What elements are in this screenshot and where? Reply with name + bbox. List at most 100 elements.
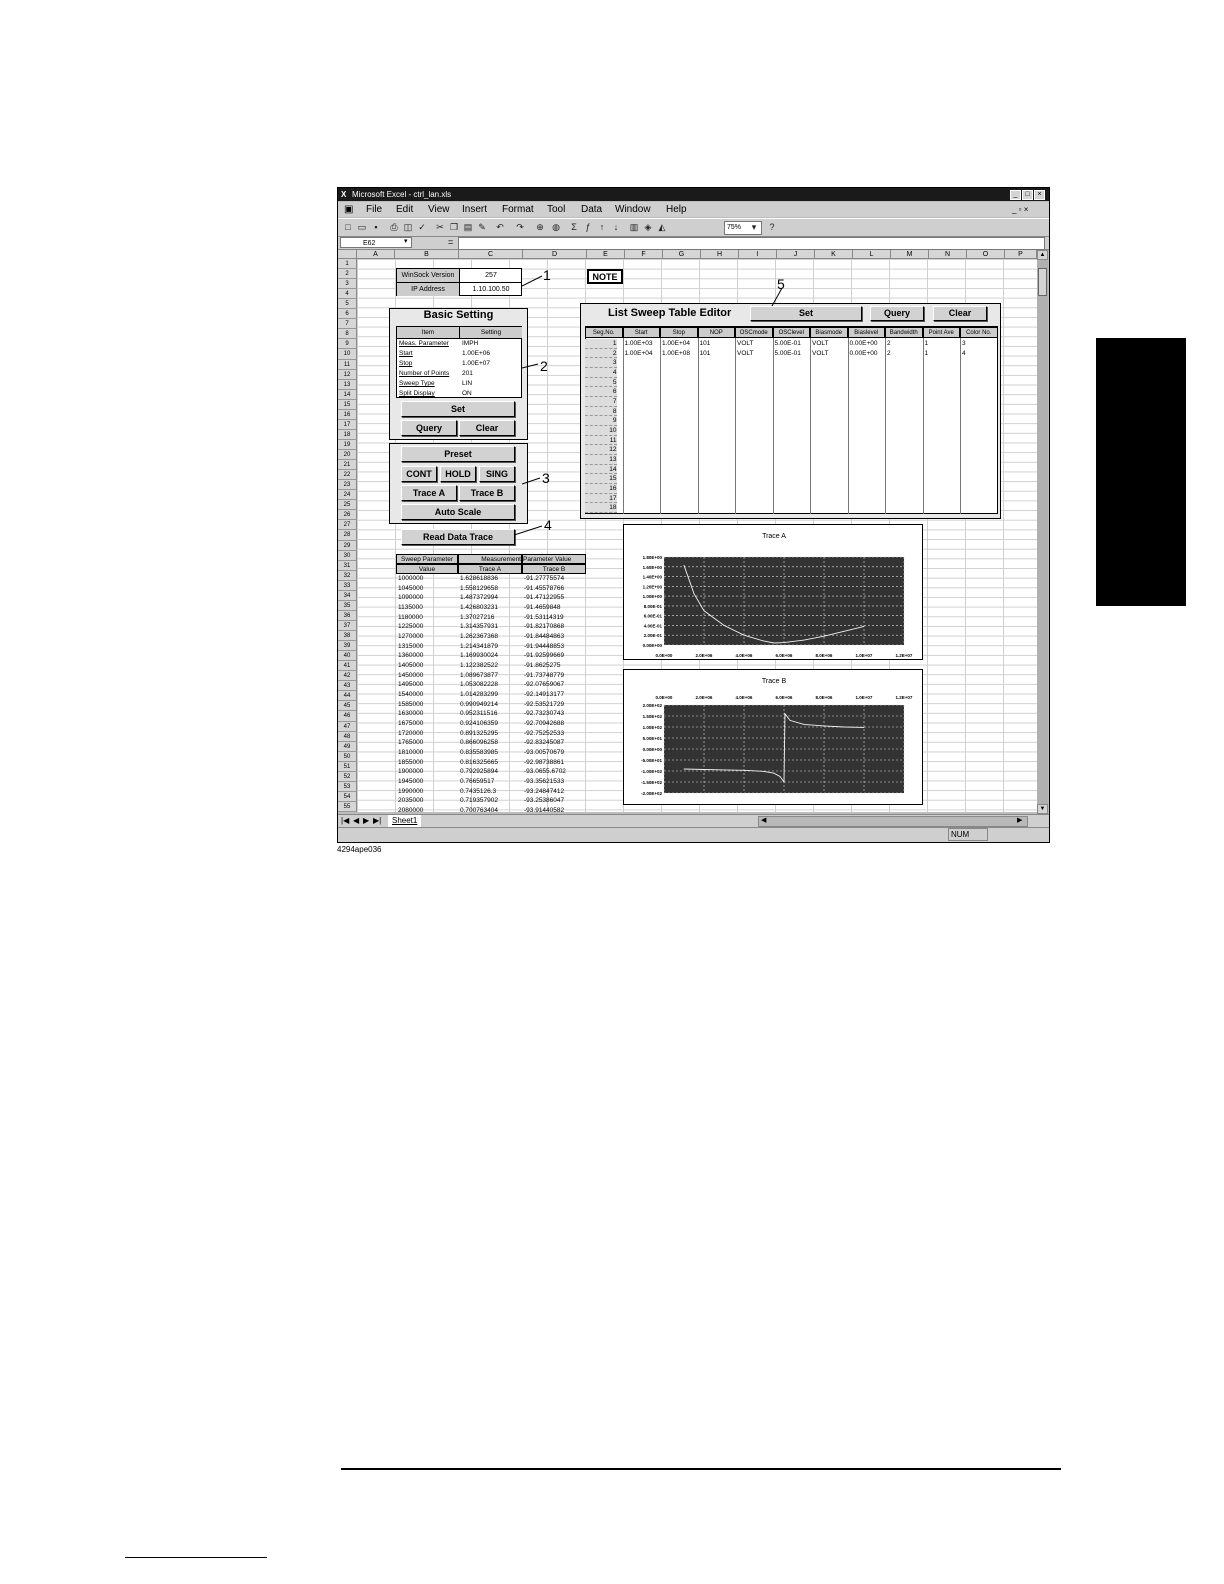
list-sweep-cell[interactable]: 1.00E+08 (662, 349, 690, 359)
trace-a-button[interactable]: Trace A (401, 485, 457, 501)
menu-insert[interactable]: Insert (462, 202, 487, 217)
row-header[interactable]: 38 (338, 631, 357, 642)
row-header[interactable]: 1 (338, 259, 357, 270)
row-header[interactable]: 19 (338, 439, 357, 451)
row-header[interactable]: 15 (338, 399, 357, 410)
scroll-left-icon[interactable]: ◀ (761, 815, 766, 827)
row-header[interactable]: 2 (338, 269, 357, 280)
menu-window[interactable]: Window (615, 202, 651, 217)
menu-format[interactable]: Format (502, 202, 534, 217)
menu-data[interactable]: Data (581, 202, 602, 217)
horizontal-scrollbar[interactable]: ◀ ▶ (758, 816, 1028, 827)
list-sweep-cell[interactable]: 1.00E+04 (662, 339, 690, 349)
column-header-p[interactable]: P (1005, 250, 1037, 259)
help-icon[interactable]: ? (766, 221, 778, 233)
format-painter-icon[interactable]: ✎ (476, 221, 488, 233)
column-header-b[interactable]: B (395, 250, 459, 259)
column-header-k[interactable]: K (815, 250, 853, 259)
sort-ascending-icon[interactable]: ↑ (596, 221, 608, 233)
new-icon[interactable]: □ (342, 221, 354, 233)
first-sheet-icon[interactable]: |◀ (341, 815, 349, 827)
row-header[interactable]: 43 (338, 681, 357, 692)
undo-icon[interactable]: ↶ (494, 221, 506, 233)
row-header[interactable]: 35 (338, 600, 357, 611)
list-sweep-cell[interactable]: VOLT (812, 349, 829, 359)
list-sweep-cell[interactable]: VOLT (812, 339, 829, 349)
basic-set-button[interactable]: Set (401, 401, 515, 417)
row-header[interactable]: 44 (338, 691, 357, 702)
sing-button[interactable]: SING (479, 466, 515, 482)
list-sweep-cell[interactable]: 5.00E-01 (775, 349, 801, 359)
drawing-icon[interactable]: ◭ (656, 221, 668, 233)
row-header[interactable]: 51 (338, 761, 357, 772)
row-header[interactable]: 9 (338, 339, 357, 350)
last-sheet-icon[interactable]: ▶| (373, 815, 381, 827)
column-header-c[interactable]: C (459, 250, 523, 259)
hold-button[interactable]: HOLD (440, 466, 476, 482)
basic-setting-value[interactable]: ON (462, 389, 520, 399)
cut-icon[interactable]: ✂ (434, 221, 446, 233)
list-sweep-cell[interactable]: 3 (962, 339, 966, 349)
list-sweep-cell[interactable]: VOLT (737, 339, 754, 349)
paste-icon[interactable]: ▤ (462, 221, 474, 233)
trace-b-button[interactable]: Trace B (459, 485, 515, 501)
copy-icon[interactable]: ❐ (448, 221, 460, 233)
ip-address-field[interactable]: 1.10.100.50 (460, 283, 522, 296)
menu-edit[interactable]: Edit (396, 202, 413, 217)
basic-setting-value[interactable]: IMPH (462, 339, 520, 349)
redo-icon[interactable]: ↷ (514, 221, 526, 233)
prev-sheet-icon[interactable]: ◀ (353, 815, 359, 827)
menu-view[interactable]: View (428, 202, 450, 217)
preset-button[interactable]: Preset (401, 446, 515, 462)
select-all-corner[interactable] (338, 250, 357, 259)
basic-setting-value[interactable]: 201 (462, 369, 520, 379)
row-header[interactable]: 42 (338, 671, 357, 682)
row-header[interactable]: 32 (338, 570, 357, 581)
read-data-trace-button[interactable]: Read Data Trace (401, 529, 515, 545)
spelling-icon[interactable]: ✓ (416, 221, 428, 233)
minimize-button[interactable]: _ (1010, 190, 1021, 200)
row-header[interactable]: 37 (338, 620, 357, 631)
basic-setting-value[interactable]: 1.00E+07 (462, 359, 520, 369)
list-query-button[interactable]: Query (870, 306, 924, 321)
row-header[interactable]: 34 (338, 590, 357, 601)
column-header-g[interactable]: G (663, 250, 701, 259)
row-header[interactable]: 3 (338, 279, 357, 290)
list-sweep-cell[interactable]: 101 (700, 349, 711, 359)
name-box[interactable]: E62 (340, 237, 412, 248)
column-header-l[interactable]: L (853, 250, 891, 259)
function-icon[interactable]: ƒ (582, 221, 594, 233)
row-header[interactable]: 50 (338, 751, 357, 762)
sheet-tab-sheet1[interactable]: Sheet1 (388, 815, 422, 827)
scroll-up-icon[interactable]: ▲ (1037, 250, 1048, 260)
list-sweep-cell[interactable]: 0.00E+00 (850, 339, 878, 349)
list-sweep-cell[interactable]: 101 (700, 339, 711, 349)
web-toolbar-icon[interactable]: ◍ (550, 221, 562, 233)
column-header-d[interactable]: D (523, 250, 587, 259)
name-box-dropdown-icon[interactable]: ▾ (404, 237, 408, 245)
basic-query-button[interactable]: Query (401, 420, 457, 436)
row-header[interactable]: 49 (338, 741, 357, 752)
row-header[interactable]: 53 (338, 781, 357, 792)
row-header[interactable]: 10 (338, 349, 357, 360)
row-header[interactable]: 28 (338, 530, 357, 541)
list-set-button[interactable]: Set (750, 306, 862, 321)
basic-setting-value[interactable]: LIN (462, 379, 520, 389)
row-header[interactable]: 22 (338, 470, 357, 481)
column-header-j[interactable]: J (777, 250, 815, 259)
list-sweep-cell[interactable]: 4 (962, 349, 966, 359)
list-sweep-cell[interactable]: 1.00E+03 (625, 339, 653, 349)
row-header[interactable]: 55 (338, 801, 357, 812)
row-header[interactable]: 7 (338, 319, 357, 330)
column-header-n[interactable]: N (929, 250, 967, 259)
map-icon[interactable]: ◈ (642, 221, 654, 233)
row-header[interactable]: 12 (338, 369, 357, 380)
list-sweep-cell[interactable]: 2 (887, 349, 891, 359)
row-header[interactable]: 30 (338, 550, 357, 561)
row-header[interactable]: 29 (338, 540, 357, 551)
scroll-thumb[interactable] (1038, 268, 1047, 296)
doc-window-controls[interactable]: _ ▫ × (1012, 202, 1028, 217)
hyperlink-icon[interactable]: ⊕ (534, 221, 546, 233)
row-header[interactable]: 46 (338, 711, 357, 722)
autosum-icon[interactable]: Σ (568, 221, 580, 233)
